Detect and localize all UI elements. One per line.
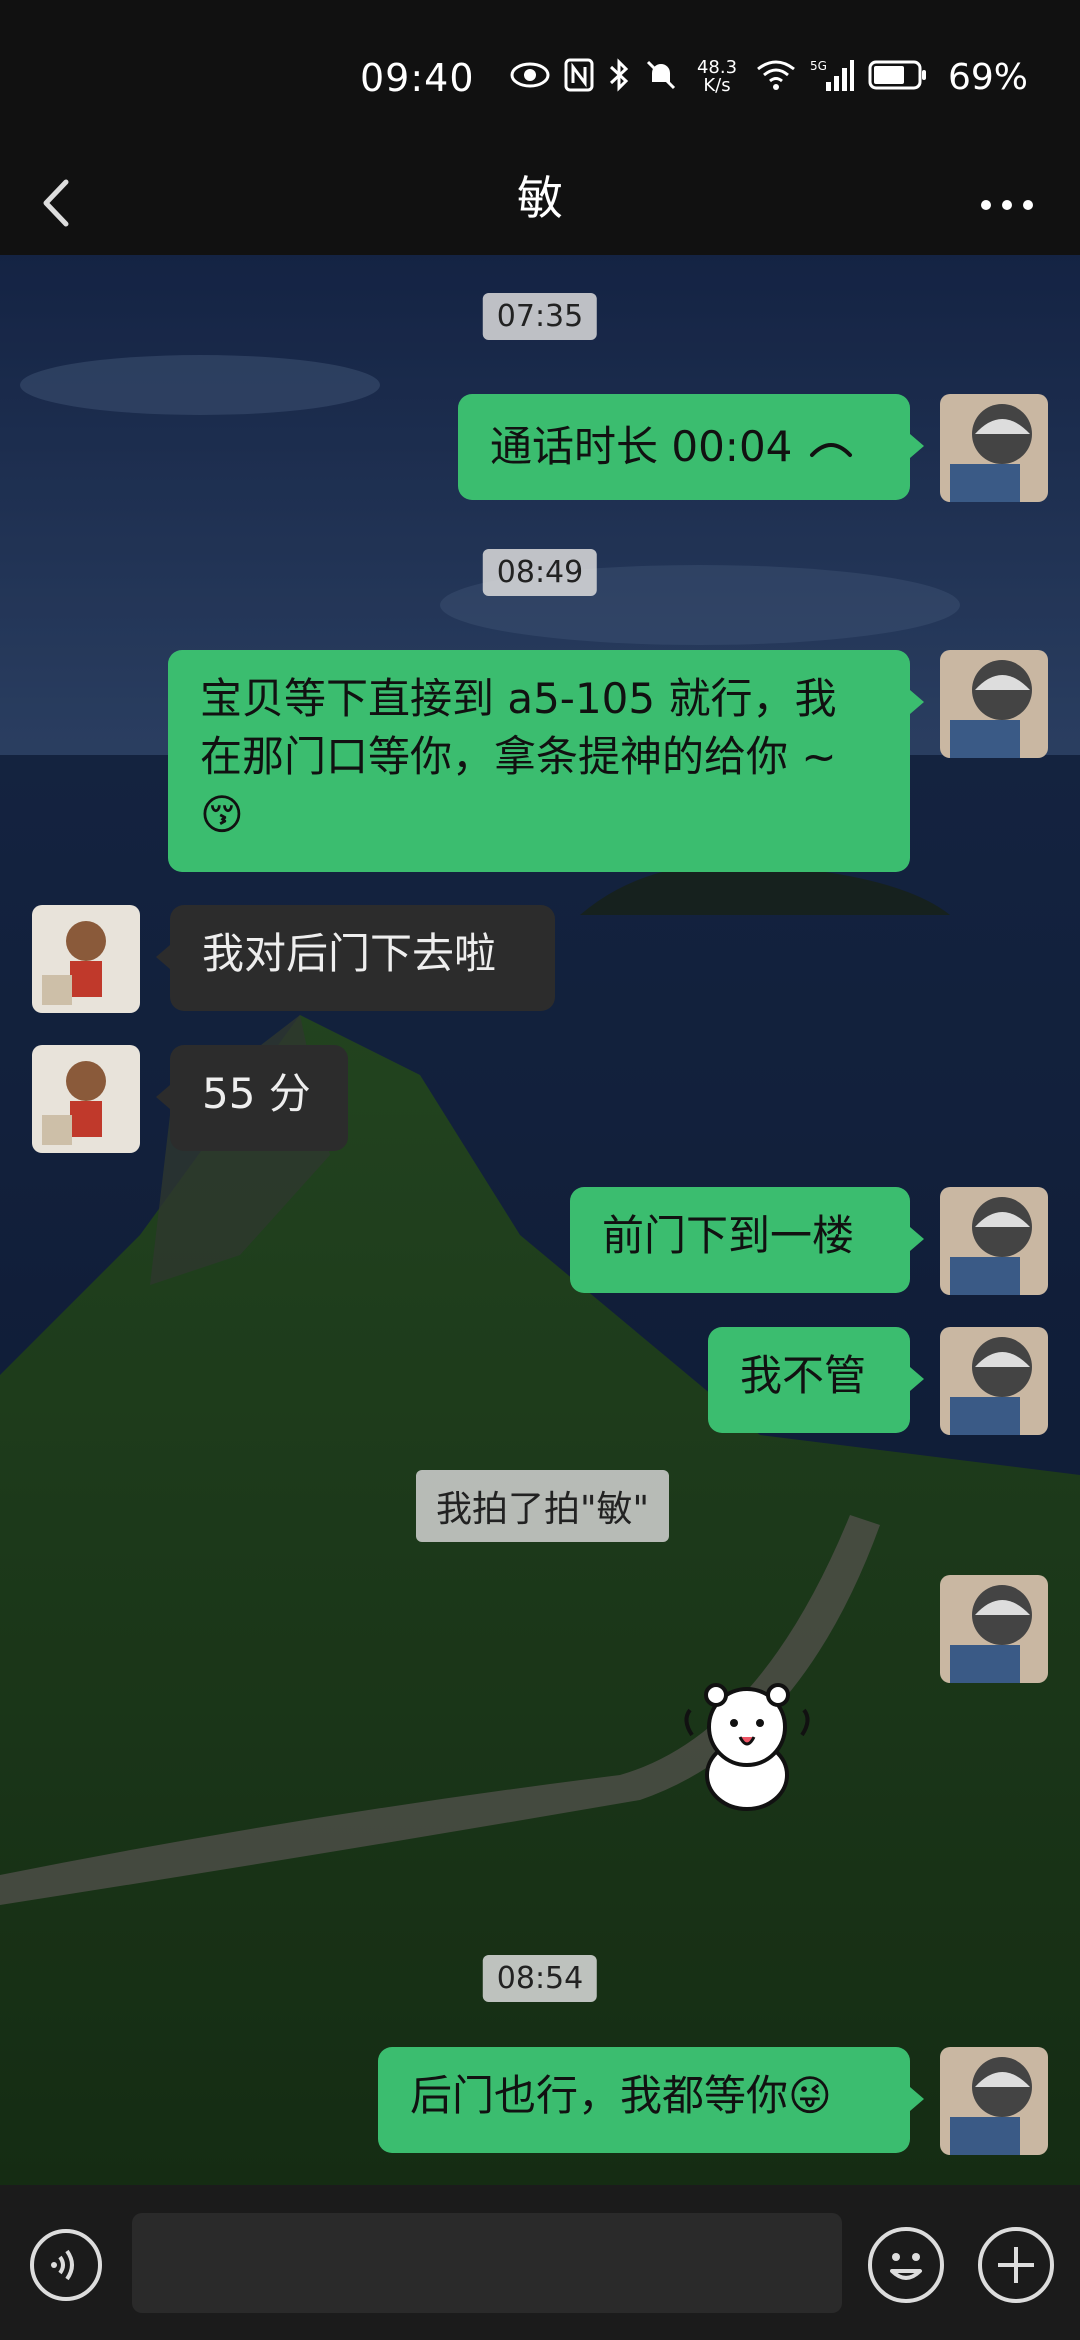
battery-percent: 69% — [947, 56, 1028, 98]
timestamp: 07:35 — [482, 293, 598, 340]
message-text: 通话时长 00:04 — [490, 422, 793, 471]
wifi-icon — [756, 59, 796, 95]
my-avatar[interactable] — [940, 2047, 1048, 2155]
my-avatar[interactable] — [940, 1327, 1048, 1435]
contact-avatar[interactable] — [32, 1045, 140, 1153]
status-icons: 48.3 K/s 5G 69% — [510, 52, 1028, 102]
message-input[interactable] — [132, 2213, 842, 2313]
message-text: 后门也行，我都等你😜 — [410, 2071, 832, 2120]
battery-icon — [868, 59, 928, 95]
message-text: 宝贝等下直接到 a5-105 就行，我在那门口等你，拿条提神的给你 ~😚 — [200, 674, 837, 839]
timestamp: 08:54 — [482, 1955, 598, 2002]
call-record-bubble[interactable]: 通话时长 00:04 — [458, 394, 924, 500]
more-button[interactable] — [972, 170, 1042, 240]
emoji-button[interactable] — [868, 2227, 944, 2303]
my-avatar[interactable] — [940, 1187, 1048, 1295]
message-text: 我不管 — [740, 1351, 867, 1400]
message-bubble-sent[interactable]: 宝贝等下直接到 a5-105 就行，我在那门口等你，拿条提神的给你 ~😚 — [168, 650, 924, 872]
message-bubble-sent[interactable]: 我不管 — [708, 1327, 924, 1433]
pat-system-message: 我拍了拍"敏" — [416, 1470, 670, 1542]
net-speed: 48.3 K/s — [696, 57, 738, 96]
nfc-icon — [564, 58, 594, 96]
status-bar: 09:40 48.3 K/s 5G 69% — [0, 0, 1080, 150]
voice-icon — [51, 2249, 74, 2281]
chat-area[interactable]: 07:35 通话时长 00:04 08:49 宝贝等下直接到 a5-105 就行… — [0, 255, 1080, 2185]
bluetooth-icon — [608, 57, 630, 97]
chat-background-image — [0, 255, 1080, 2185]
signal-icon: 5G — [810, 58, 854, 96]
network-type-label: 5G — [810, 59, 827, 73]
plus-icon — [998, 2247, 1034, 2283]
timestamp: 08:49 — [482, 549, 598, 596]
my-avatar[interactable] — [940, 394, 1048, 502]
message-bubble-sent[interactable]: 后门也行，我都等你😜 — [378, 2047, 924, 2153]
message-text: 前门下到一楼 — [602, 1211, 855, 1260]
eye-icon — [510, 60, 550, 94]
bear-sticker[interactable] — [672, 1665, 822, 1815]
chat-title: 敏 — [517, 171, 563, 225]
message-text: 我对后门下去啦 — [202, 929, 497, 978]
bear-sticker-image — [684, 1683, 810, 1811]
mute-bell-icon — [644, 58, 678, 96]
status-time: 09:40 — [360, 56, 475, 100]
message-bubble-sent[interactable]: 前门下到一楼 — [570, 1187, 924, 1293]
chat-screen: 09:40 48.3 K/s 5G 69% 敏 07:35 通话时长 00:04… — [0, 0, 1080, 2340]
my-avatar[interactable] — [940, 650, 1048, 758]
contact-avatar[interactable] — [32, 905, 140, 1013]
chat-header: 敏 — [0, 150, 1080, 255]
emoji-icon — [890, 2253, 922, 2280]
message-text: 55 分 — [202, 1069, 311, 1118]
plus-button[interactable] — [978, 2227, 1054, 2303]
message-bubble-received[interactable]: 55 分 — [156, 1045, 348, 1151]
call-end-icon — [808, 418, 854, 476]
input-bar — [0, 2185, 1080, 2340]
voice-button[interactable] — [30, 2229, 102, 2301]
more-dots-icon — [981, 200, 1033, 210]
my-avatar[interactable] — [940, 1575, 1048, 1683]
message-bubble-received[interactable]: 我对后门下去啦 — [156, 905, 555, 1011]
